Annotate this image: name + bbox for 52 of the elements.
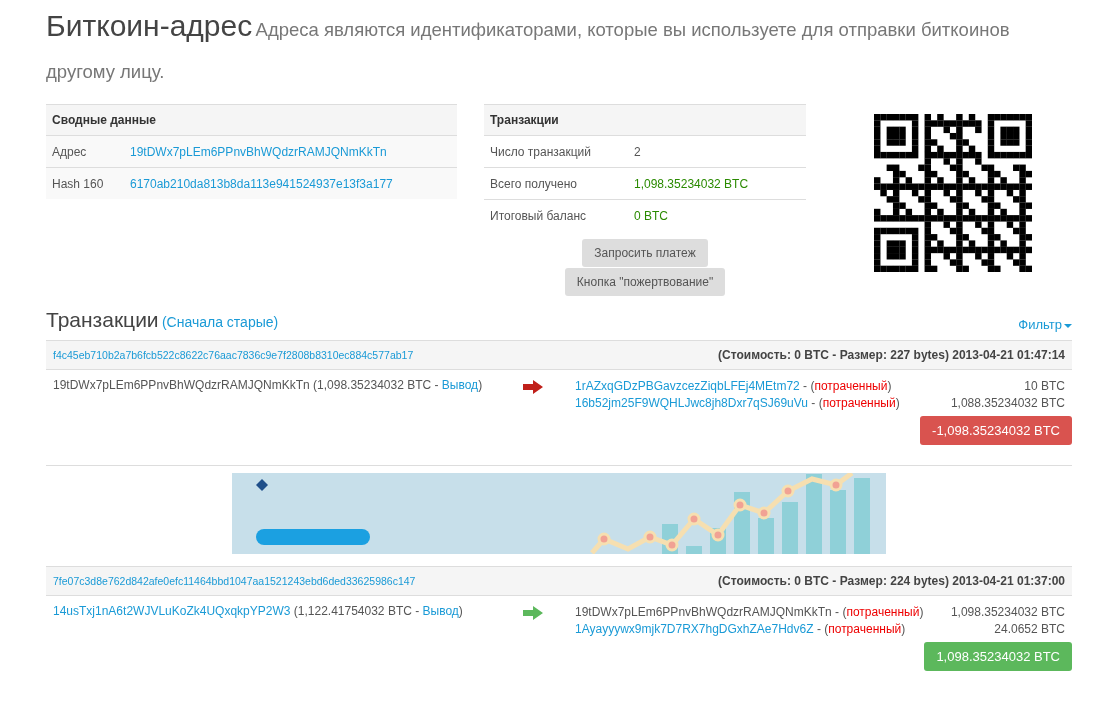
output-amount: 1,088.35234032 BTC bbox=[950, 395, 1065, 412]
output-link[interactable]: Вывод bbox=[422, 604, 459, 618]
closing-paren: ) bbox=[895, 396, 900, 410]
closing-paren: ) bbox=[901, 622, 906, 636]
spent-status: потраченный bbox=[822, 396, 896, 410]
row-value: 1,098.35234032 BTC bbox=[628, 167, 806, 200]
row-label: Hash 160 bbox=[46, 167, 124, 199]
spent-status: потраченный bbox=[828, 622, 902, 636]
row-label: Число транзакций bbox=[484, 135, 628, 168]
page-heading: Биткоин-адресАдреса являются идентификаторами, которые вы используете для отправки биткоинов другому лицу. bbox=[46, 8, 1011, 84]
value-link[interactable]: 6170ab210da813b8da113e941524937e13f3a177 bbox=[130, 176, 393, 191]
output-amount: 10 BTC bbox=[1024, 378, 1065, 395]
input-amount: (1,122.41754032 BTC - bbox=[293, 604, 420, 618]
spent-status: потраченный bbox=[846, 605, 920, 619]
transaction-meta: (Стоимость: 0 BTC - Размер: 224 bytes) 2013-04-21 01:37:00 bbox=[718, 574, 1065, 588]
address-link[interactable]: 1rAZxqGDzPBGavzcezZiqbLFEj4MEtm72 bbox=[575, 379, 800, 393]
address-text: 19tDWx7pLEm6PPnvBhWQdzrRAMJQNmKkTn bbox=[53, 378, 310, 392]
row-value: 0 BTC bbox=[628, 199, 806, 231]
action-button[interactable]: Запросить платеж bbox=[582, 239, 708, 267]
closing-paren: ) bbox=[919, 605, 924, 619]
input-amount: (1,098.35234032 BTC - bbox=[313, 378, 439, 392]
transaction-meta: (Стоимость: 0 BTC - Размер: 227 bytes) 2013-04-21 01:47:14 bbox=[718, 348, 1065, 362]
transaction-hash-link[interactable]: 7fe07c3d8e762d842afe0efc11464bbd1047aa1521243ebd6ded33625986c147 bbox=[53, 575, 416, 587]
transaction-hash-link[interactable]: f4c45eb710b2a7b6fcb522c8622c76aac7836c9e7f2808b8310ec884c577ab17 bbox=[53, 349, 414, 361]
output-amount: 1,098.35234032 BTC bbox=[950, 604, 1065, 621]
separator-text: - ( bbox=[835, 605, 847, 619]
value-link[interactable]: 19tDWx7pLEm6PPnvBhWQdzrRAMJQNmKkTn bbox=[130, 144, 387, 159]
row-label: Итоговый баланс bbox=[484, 199, 628, 231]
table-heading: Сводные данные bbox=[46, 104, 457, 136]
closing-paren: ) bbox=[458, 604, 463, 618]
address-link[interactable]: 14usTxj1nA6t2WJVLuKoZk4UQxqkpYP2W3 bbox=[53, 604, 291, 618]
action-button[interactable]: Кнопка "пожертвование" bbox=[564, 268, 726, 296]
table-heading: Транзакции bbox=[484, 104, 806, 136]
separator-text: - ( bbox=[816, 622, 829, 636]
address-link[interactable]: 1Ayayyywx9mjk7D7RX7hgDGxhZAe7Hdv6Z bbox=[575, 622, 814, 636]
output-link[interactable]: Вывод bbox=[441, 378, 479, 392]
row-label: Адрес bbox=[46, 135, 124, 168]
row-value: 2 bbox=[628, 135, 806, 168]
output-amount: 24.0652 BTC bbox=[994, 621, 1065, 638]
address-text: 19tDWx7pLEm6PPnvBhWQdzrRAMJQNmKkTn bbox=[575, 605, 832, 619]
separator-text: - ( bbox=[803, 379, 815, 393]
spent-status: потраченный bbox=[814, 379, 888, 393]
filter-dropdown[interactable]: Фильтр bbox=[1018, 317, 1072, 332]
result-amount-button[interactable]: -1,098.35234032 BTC bbox=[920, 416, 1072, 445]
closing-paren: ) bbox=[478, 378, 483, 392]
section-title: Транзакции bbox=[46, 308, 159, 331]
separator-text: - ( bbox=[811, 396, 823, 410]
sort-link[interactable]: (Сначала старые) bbox=[161, 314, 279, 330]
closing-paren: ) bbox=[887, 379, 892, 393]
address-link[interactable]: 16b52jm25F9WQHLJwc8jh8Dxr7qSJ69uVu bbox=[575, 396, 808, 410]
result-amount-button[interactable]: 1,098.35234032 BTC bbox=[924, 642, 1072, 671]
row-label: Всего получено bbox=[484, 167, 628, 200]
